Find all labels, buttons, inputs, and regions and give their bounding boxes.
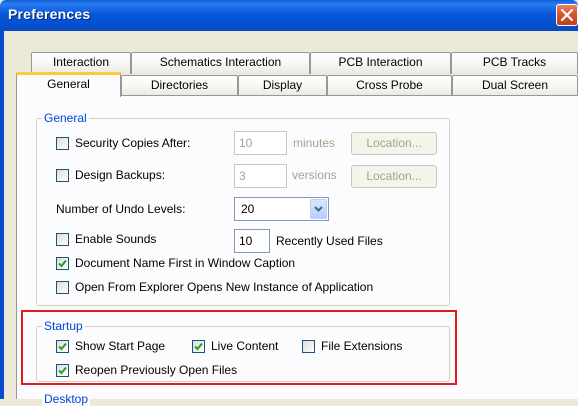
minutes-unit-label: minutes <box>293 136 336 150</box>
explorer-new-instance-label: Open From Explorer Opens New Instance of… <box>75 280 374 294</box>
tab-label: Dual Screen <box>481 78 549 92</box>
dropdown-button[interactable] <box>310 199 327 219</box>
design-backups-label: Design Backups: <box>75 168 166 182</box>
explorer-new-instance-option[interactable]: Open From Explorer Opens New Instance of… <box>56 279 373 295</box>
security-copies-checkbox[interactable] <box>56 136 69 150</box>
security-copies-minutes-field[interactable]: 10 <box>234 131 287 155</box>
document-name-first-label: Document Name First in Window Caption <box>75 256 296 270</box>
tab-label: Directories <box>150 78 209 92</box>
document-name-first-option[interactable]: Document Name First in Window Caption <box>56 255 295 271</box>
recent-files-label: Recently Used Files <box>276 234 383 248</box>
tab-directories[interactable]: Directories <box>121 75 238 96</box>
tab-display[interactable]: Display <box>238 75 327 96</box>
tab-pcb-tracks[interactable]: PCB Tracks <box>451 52 578 74</box>
window-title: Preferences <box>8 6 91 22</box>
tab-label: General <box>47 77 90 91</box>
undo-levels-value: 20 <box>241 202 255 216</box>
title-bar[interactable]: Preferences <box>0 0 578 31</box>
tab-pcb-interaction[interactable]: PCB Interaction <box>310 52 451 74</box>
security-location-button[interactable]: Location... <box>351 132 437 155</box>
design-backups-versions-field[interactable]: 3 <box>234 164 287 188</box>
tab-label: Display <box>262 78 303 92</box>
recent-files-count-field[interactable]: 10 <box>234 229 270 253</box>
desktop-group-title: Desktop <box>42 392 91 406</box>
tab-cross-probe[interactable]: Cross Probe <box>327 75 452 96</box>
tab-label: PCB Interaction <box>338 55 423 69</box>
enable-sounds-option[interactable]: Enable Sounds <box>56 231 156 247</box>
versions-unit-label: versions <box>292 168 337 182</box>
explorer-new-instance-checkbox[interactable] <box>56 280 69 294</box>
general-group-title: General <box>42 111 89 125</box>
window-frame-left <box>0 31 4 399</box>
tab-label: Schematics Interaction <box>159 55 282 69</box>
button-label: Location... <box>366 169 422 183</box>
tab-dual-screen[interactable]: Dual Screen <box>452 75 578 96</box>
security-copies-label: Security Copies After: <box>75 136 191 150</box>
enable-sounds-checkbox[interactable] <box>56 232 69 246</box>
tab-interaction[interactable]: Interaction <box>31 52 131 74</box>
backups-location-button[interactable]: Location... <box>351 165 437 188</box>
tab-label: Interaction <box>52 55 110 69</box>
tab-schematics-interaction[interactable]: Schematics Interaction <box>131 52 310 74</box>
security-copies-option[interactable]: Security Copies After: <box>56 135 190 151</box>
annotation-highlight-box <box>21 310 457 385</box>
design-backups-checkbox[interactable] <box>56 168 69 182</box>
design-backups-option[interactable]: Design Backups: <box>56 167 165 183</box>
enable-sounds-label: Enable Sounds <box>75 232 157 246</box>
undo-levels-label: Number of Undo Levels: <box>56 202 186 216</box>
tab-general[interactable]: General <box>16 72 121 97</box>
tab-label: PCB Tracks <box>482 55 547 69</box>
close-button[interactable] <box>556 4 578 26</box>
undo-levels-select[interactable]: 20 <box>234 197 329 221</box>
tab-label: Cross Probe <box>356 78 423 92</box>
document-name-first-checkbox[interactable] <box>56 256 69 270</box>
button-label: Location... <box>366 136 422 150</box>
